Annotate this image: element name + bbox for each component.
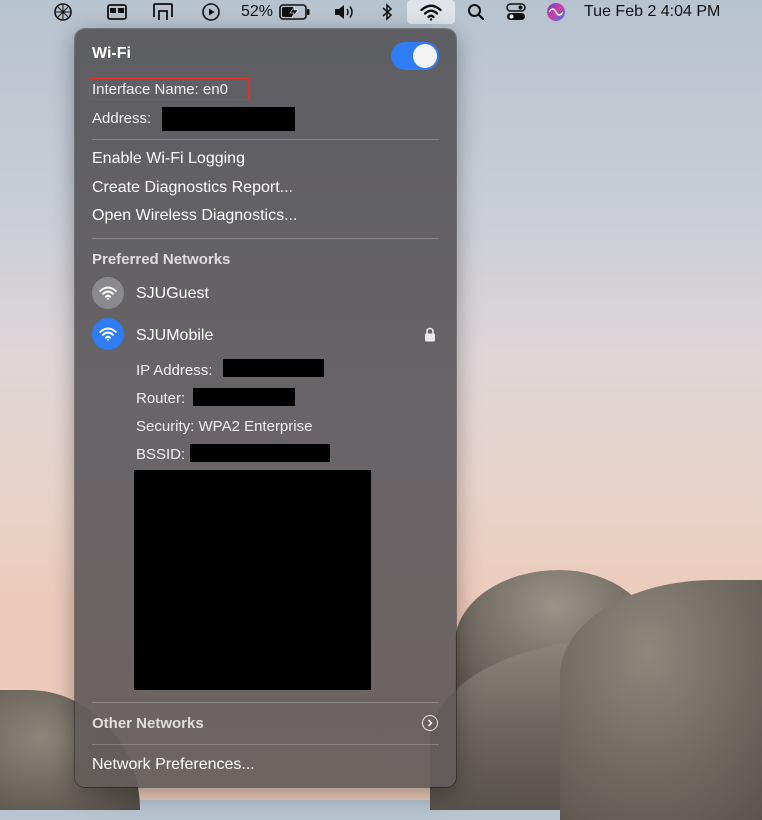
interface-name: Interface Name: en0 <box>92 81 228 98</box>
redacted-address <box>162 107 295 131</box>
menu-item-network-preferences[interactable]: Network Preferences... <box>92 756 255 774</box>
chevron-right-icon <box>422 715 438 731</box>
menu-item-enable-logging[interactable]: Enable Wi-Fi Logging <box>92 150 245 168</box>
wifi-toggle[interactable] <box>391 42 439 70</box>
siri-icon[interactable] <box>545 0 567 24</box>
security-label: Security: WPA2 Enterprise <box>136 418 313 435</box>
network-item-sjumobile[interactable]: SJUMobile <box>75 316 456 352</box>
wifi-icon[interactable] <box>407 0 455 24</box>
spotlight-search-icon[interactable] <box>466 0 486 24</box>
ip-address-label: IP Address: <box>136 362 213 379</box>
redacted-bssid <box>190 444 330 462</box>
preferred-networks-header: Preferred Networks <box>92 251 231 268</box>
menu-bar: 52% Tue Feb 2 4:04 PM <box>0 0 762 24</box>
bluetooth-icon[interactable] <box>377 0 397 24</box>
bssid-label: BSSID: <box>136 446 186 463</box>
play-icon[interactable] <box>199 0 223 24</box>
screen-mirroring-icon[interactable] <box>104 0 130 24</box>
display-icon[interactable] <box>150 0 176 24</box>
wifi-icon <box>92 318 124 350</box>
network-name: SJUGuest <box>136 285 209 302</box>
network-item-sjuguest[interactable]: SJUGuest <box>75 275 456 311</box>
network-name: SJUMobile <box>136 327 214 344</box>
menubar-clock[interactable]: Tue Feb 2 4:04 PM <box>584 0 744 24</box>
wifi-menu-panel: Wi-Fi Interface Name: en0 Address: Enabl… <box>75 29 456 787</box>
redacted-router <box>193 388 295 406</box>
wifi-menu-title: Wi-Fi <box>92 45 131 62</box>
volume-icon[interactable] <box>331 0 357 24</box>
other-networks-row[interactable]: Other Networks <box>75 706 456 740</box>
router-label: Router: <box>136 390 186 407</box>
battery-percent: 52% <box>240 3 274 20</box>
address-label: Address: <box>92 110 152 127</box>
separator <box>92 744 439 745</box>
toggle-knob <box>413 44 437 68</box>
app-icon[interactable] <box>50 0 76 24</box>
menu-item-diagnostics-report[interactable]: Create Diagnostics Report... <box>92 179 293 197</box>
control-center-icon[interactable] <box>504 0 528 24</box>
separator <box>92 238 439 239</box>
separator <box>92 139 439 140</box>
other-networks-label: Other Networks <box>92 715 204 732</box>
menu-item-wireless-diagnostics[interactable]: Open Wireless Diagnostics... <box>92 207 297 225</box>
separator <box>92 702 439 703</box>
wifi-icon <box>92 277 124 309</box>
redacted-ip <box>223 359 324 377</box>
redacted-block <box>134 470 371 690</box>
battery-icon[interactable] <box>278 0 312 24</box>
lock-icon <box>424 327 436 347</box>
